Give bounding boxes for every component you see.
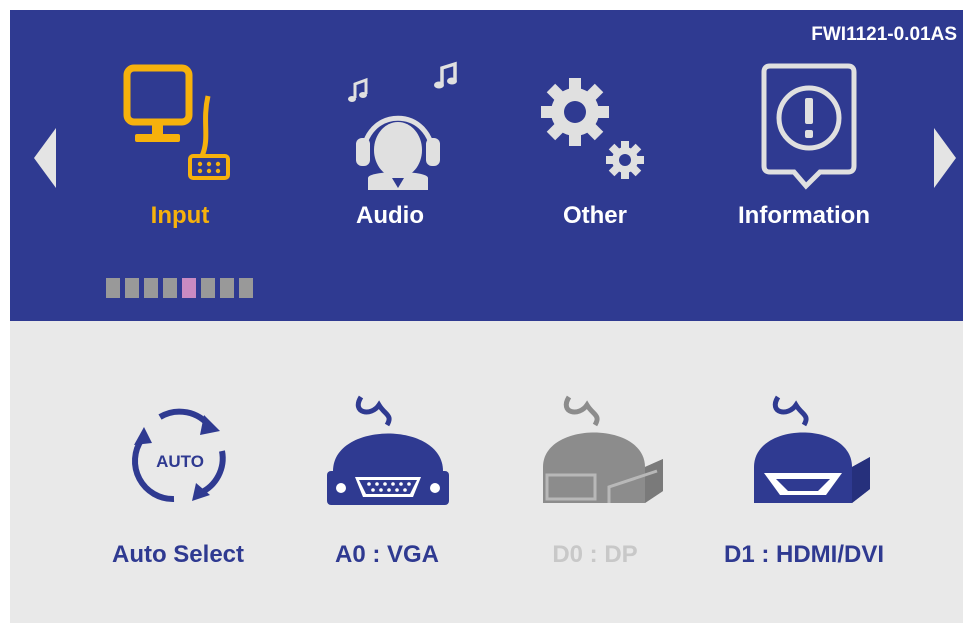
tab-input-label: Input [150, 202, 210, 229]
gears-icon [541, 78, 644, 179]
displayport-connector-icon [543, 395, 663, 503]
source-vga[interactable]: A0 : VGA [297, 391, 477, 581]
page-dot [144, 278, 158, 298]
triangle-right-icon[interactable] [934, 128, 956, 188]
source-dp[interactable]: D0 : DP [505, 391, 685, 581]
tab-other-label: Other [562, 202, 627, 229]
hdmi-connector-icon [754, 395, 870, 503]
monitor-input-icon [123, 64, 230, 180]
source-auto-select-label: Auto Select [111, 541, 245, 568]
tab-input[interactable]: Input [90, 60, 270, 250]
firmware-version: FWI1121-0.01AS [811, 24, 957, 45]
source-hdmi-dvi-label: D1 : HDMI/DVI [723, 541, 884, 568]
headset-icon [348, 61, 457, 190]
page-dot-active [182, 278, 196, 298]
page-dot [239, 278, 253, 298]
input-source-panel: AUTO Auto Select A0 : VGA D0: DP D1: H… [10, 321, 963, 623]
menu-header-panel: FWI1121-0.01AS Input Audio Other Informa… [10, 10, 963, 321]
osd-menu: FWI1121-0.01AS Input Audio Other Informa… [10, 10, 963, 623]
page-dot [163, 278, 177, 298]
page-indicator [106, 278, 253, 298]
info-bubble-icon [761, 63, 857, 190]
tab-other[interactable]: Other [505, 60, 685, 250]
source-vga-label: A0 : VGA [334, 541, 439, 568]
page-dot [106, 278, 120, 298]
source-auto-select[interactable]: AUTO Auto Select [88, 391, 268, 581]
tab-information-label: Information [738, 202, 870, 229]
auto-cycle-icon: AUTO [131, 408, 226, 503]
source-dp-label: D0 : DP [552, 541, 638, 568]
source-hdmi-dvi[interactable]: D1 : HDMI/DVI [714, 391, 894, 581]
vga-connector-icon [327, 395, 449, 505]
page-dot [201, 278, 215, 298]
triangle-left-icon[interactable] [34, 128, 56, 188]
tab-audio[interactable]: Audio [300, 60, 480, 250]
page-dot [220, 278, 234, 298]
page-dot [125, 278, 139, 298]
tab-information[interactable]: Information [714, 60, 894, 250]
tab-audio-label: Audio [356, 202, 424, 229]
svg-text:AUTO: AUTO [156, 452, 204, 471]
